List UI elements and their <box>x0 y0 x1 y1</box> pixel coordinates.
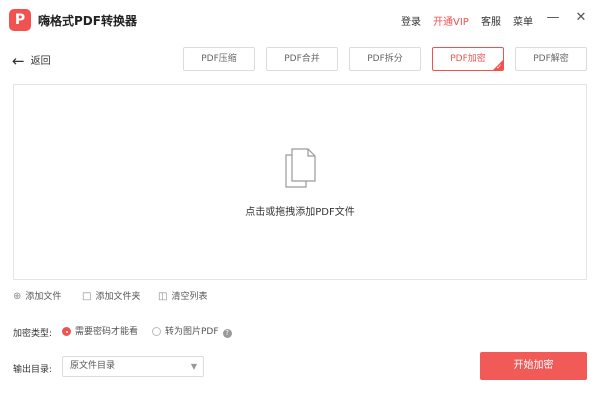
radio-checked-icon <box>62 327 71 336</box>
check-icon: ✓ <box>496 63 502 71</box>
help-icon[interactable]: ? <box>222 329 232 338</box>
folder-icon: □ <box>82 291 92 302</box>
radio-image-pdf-label: 转为图片PDF <box>165 327 219 337</box>
clear-list-label: 清空列表 <box>171 292 208 302</box>
tab-pdf-encrypt-label: PDF加密 <box>450 54 486 64</box>
app-logo-icon: P <box>9 9 31 31</box>
close-icon[interactable]: ✕ <box>572 9 590 27</box>
radio-password-label: 需要密码才能看 <box>75 327 139 337</box>
add-file-label: 添加文件 <box>25 292 62 302</box>
output-dir-value: 原文件目录 <box>70 361 116 371</box>
tab-pdf-compress[interactable]: PDF压缩 <box>183 47 255 71</box>
login-link[interactable]: 登录 <box>401 13 421 28</box>
clear-list-button[interactable]: ◫ 清空列表 <box>158 289 207 302</box>
radio-password-required[interactable]: 需要密码才能看 <box>62 324 138 337</box>
title-bar: P 嗨格式PDF转换器 登录 开通VIP 客服 菜单 — ✕ <box>0 0 600 40</box>
radio-convert-image-pdf[interactable]: 转为图片PDF? <box>152 324 232 338</box>
menu-link[interactable]: 菜单 <box>513 13 533 28</box>
arrow-left-icon: ← <box>12 52 25 70</box>
support-link[interactable]: 客服 <box>481 13 501 28</box>
output-dir-select[interactable]: 原文件目录 ▼ <box>62 356 204 377</box>
back-button[interactable]: ← 返回 <box>12 52 51 70</box>
chevron-down-icon: ▼ <box>190 362 197 371</box>
tab-pdf-split[interactable]: PDF拆分 <box>349 47 421 71</box>
tab-pdf-merge[interactable]: PDF合并 <box>266 47 338 71</box>
start-encrypt-button[interactable]: 开始加密 <box>480 352 587 380</box>
output-dir-label: 输出目录: <box>13 365 53 375</box>
tab-pdf-encrypt[interactable]: PDF加密 ✓ <box>432 47 504 71</box>
add-folder-button[interactable]: □ 添加文件夹 <box>82 289 140 302</box>
tab-pdf-decrypt[interactable]: PDF解密 <box>515 47 587 71</box>
minimize-icon[interactable]: — <box>544 9 562 27</box>
app-title: 嗨格式PDF转换器 <box>38 14 137 28</box>
vip-link[interactable]: 开通VIP <box>433 13 469 28</box>
back-label: 返回 <box>30 56 51 67</box>
document-stack-icon <box>285 148 316 188</box>
file-drop-zone[interactable]: 点击或拖拽添加PDF文件 <box>13 84 587 280</box>
plus-circle-icon: ⊕ <box>13 291 22 302</box>
add-file-button[interactable]: ⊕ 添加文件 <box>13 289 61 302</box>
encrypt-type-label: 加密类型: <box>13 329 53 339</box>
radio-unchecked-icon <box>152 327 161 336</box>
add-folder-label: 添加文件夹 <box>95 292 141 302</box>
drop-hint-text: 点击或拖拽添加PDF文件 <box>245 207 355 218</box>
trash-icon: ◫ <box>158 291 168 302</box>
